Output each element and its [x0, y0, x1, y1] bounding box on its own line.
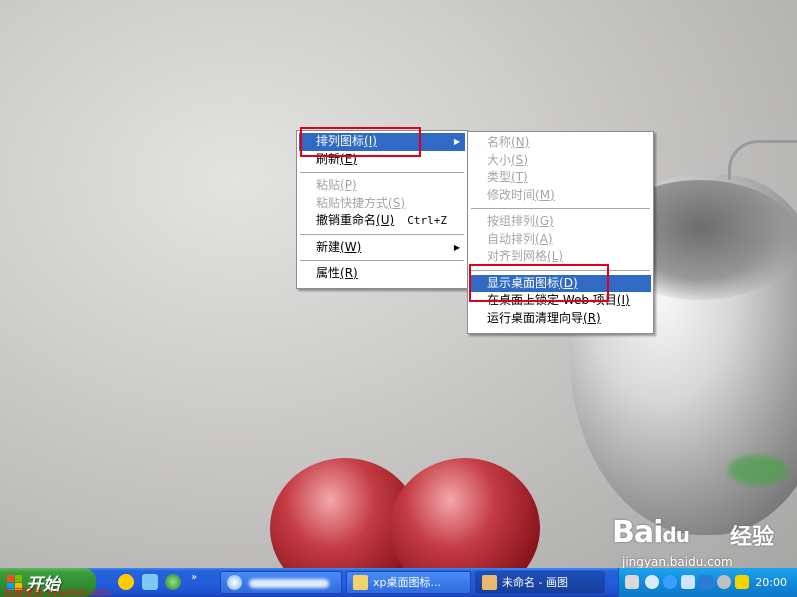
annotation-box-show-desktop-icons	[469, 264, 609, 302]
security-shield-icon[interactable]	[699, 575, 713, 589]
annotation-box-arrange-icons	[300, 127, 421, 157]
watermark-jingyan: 经验	[730, 525, 775, 550]
menu-item-paste-shortcut[interactable]: 粘贴快捷方式(S)	[299, 195, 465, 213]
menu-item-undo-rename[interactable]: 撤销重命名(U) Ctrl+Z	[299, 212, 465, 230]
task-button-paint[interactable]: 未命名 - 画图	[475, 571, 605, 594]
menu-item-shortcut: (S)	[511, 152, 528, 167]
menu-item-shortcut: (W)	[340, 239, 362, 254]
monitor-icon[interactable]	[681, 575, 695, 589]
volume-icon[interactable]	[717, 575, 731, 589]
menu-item-label: 属性	[316, 266, 341, 280]
menu-item-label: 大小	[487, 152, 512, 167]
menu-separator	[300, 260, 464, 261]
submenu-item-type[interactable]: 类型(T)	[470, 169, 651, 187]
menu-item-shortcut: (M)	[535, 187, 555, 202]
menu-item-label: 运行桌面清理向导	[487, 310, 584, 325]
task-label: 未命名 - 画图	[502, 576, 568, 589]
watermark-logo: Baidu	[612, 515, 690, 550]
menu-item-shortcut: (A)	[535, 231, 553, 246]
submenu-item-align-grid[interactable]: 对齐到网格(L)	[470, 248, 651, 266]
watermark-bai: Bai	[612, 515, 663, 550]
chevron-left-icon[interactable]	[645, 575, 659, 589]
menu-item-label: 粘贴	[316, 178, 341, 192]
submenu-item-name[interactable]: 名称(N)	[470, 134, 651, 152]
qq-icon[interactable]	[118, 574, 134, 590]
menu-item-shortcut: (U)	[376, 213, 395, 227]
menu-item-label: 粘贴快捷方式	[316, 195, 389, 210]
menu-item-label: 对齐到网格	[487, 249, 548, 263]
alert-icon[interactable]	[735, 575, 749, 589]
quicklaunch-more-button[interactable]: »	[191, 572, 197, 583]
task-label: xp桌面图标...	[373, 576, 441, 589]
start-overlay-watermark: 百度经验 xyw860.com	[3, 588, 110, 597]
menu-item-shortcut: (R)	[583, 310, 601, 325]
submenu-item-cleanup-wizard[interactable]: 运行桌面清理向导(R)	[470, 310, 651, 328]
blurred-task-title	[249, 579, 329, 588]
wallpaper-apple-stem	[728, 140, 797, 180]
menu-item-shortcut: (N)	[511, 135, 530, 149]
menu-item-label: 名称	[487, 135, 512, 149]
menu-item-label: 撤销重命名	[316, 213, 377, 227]
menu-item-paste[interactable]: 粘贴(P)	[299, 177, 465, 195]
menu-item-shortcut: (T)	[511, 170, 528, 184]
menu-item-label: 自动排列	[487, 231, 536, 246]
submenu-arrow-icon: ▶	[453, 137, 460, 146]
watermark-du: du	[662, 523, 690, 547]
menu-separator	[471, 208, 650, 209]
menu-item-accelerator: Ctrl+Z	[407, 214, 447, 227]
quicklaunch-app-icon[interactable]	[142, 574, 158, 590]
menu-item-label: 按组排列	[487, 214, 536, 228]
start-button[interactable]: 开始 百度经验 xyw860.com	[0, 568, 110, 597]
menu-item-shortcut: (P)	[340, 178, 357, 192]
quicklaunch-media-icon[interactable]	[165, 574, 181, 590]
network-icon[interactable]	[663, 575, 677, 589]
task-button-browser[interactable]	[220, 571, 342, 594]
menu-item-label: 新建	[316, 239, 341, 254]
system-tray: 20:00	[618, 568, 797, 597]
submenu-item-size[interactable]: 大小(S)	[470, 152, 651, 170]
menu-separator	[300, 172, 464, 173]
submenu-item-group[interactable]: 按组排列(G)	[470, 213, 651, 231]
menu-item-properties[interactable]: 属性(R)	[299, 265, 465, 283]
menu-separator	[300, 233, 464, 235]
baidu-jingyan-watermark: Baidu 经验 jingyan.baidu.com	[612, 515, 792, 575]
wallpaper-apple-reflection	[728, 455, 788, 485]
keyboard-icon[interactable]	[625, 575, 639, 589]
menu-item-shortcut: (S)	[388, 195, 405, 210]
system-clock[interactable]: 20:00	[755, 568, 787, 597]
folder-icon	[353, 575, 368, 590]
task-button-folder[interactable]: xp桌面图标...	[346, 571, 471, 594]
watermark-url: jingyan.baidu.com	[622, 555, 733, 569]
menu-item-shortcut: (R)	[340, 266, 358, 280]
menu-item-shortcut: (L)	[547, 249, 564, 263]
menu-item-label: 修改时间	[487, 187, 536, 202]
menu-item-new[interactable]: 新建(W) ▶	[299, 239, 465, 257]
submenu-arrow-icon: ▶	[453, 242, 460, 252]
paint-icon	[482, 575, 497, 590]
menu-item-shortcut: (G)	[535, 214, 554, 228]
menu-item-shortcut: (I)	[616, 293, 630, 307]
menu-item-label: 类型	[487, 170, 512, 184]
arrange-icons-submenu: 名称(N) 大小(S) 类型(T) 修改时间(M) 按组排列(G) 自动排列(A…	[467, 131, 654, 334]
submenu-item-auto-arrange[interactable]: 自动排列(A)	[470, 231, 651, 249]
browser-icon	[227, 575, 242, 590]
taskbar: 开始 百度经验 xyw860.com » xp桌面图标... 未命名 - 画图 …	[0, 568, 797, 597]
submenu-item-modified[interactable]: 修改时间(M)	[470, 187, 651, 205]
